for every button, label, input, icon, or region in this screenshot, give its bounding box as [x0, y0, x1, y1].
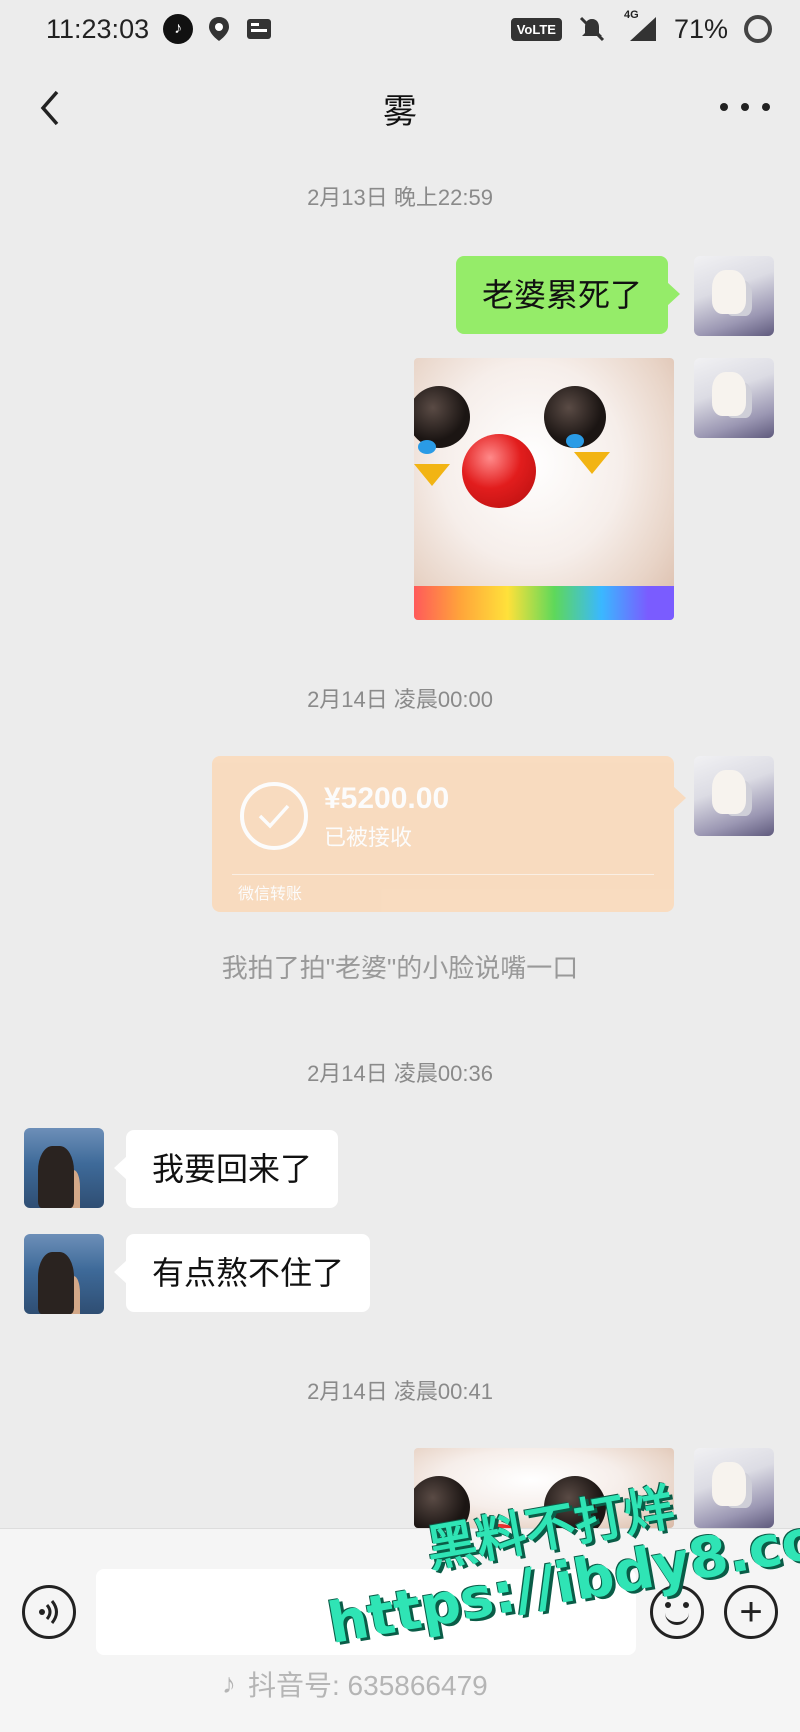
avatar-other[interactable]: [24, 1128, 104, 1208]
avatar-self[interactable]: [694, 358, 774, 438]
transfer-label: 微信转账: [238, 886, 303, 903]
battery-percent: 71%: [673, 13, 728, 44]
pat-system-note: 我拍了拍"老婆"的小脸说嘴一口: [221, 953, 579, 983]
timestamp: 2月14日 凌晨00:41: [307, 1379, 493, 1404]
signal-label: 4G: [623, 9, 639, 21]
message-bubble-other[interactable]: 我要回来了: [113, 1130, 339, 1208]
mute-icon: [578, 15, 606, 43]
avatar-other[interactable]: [24, 1234, 104, 1314]
news-icon: [245, 17, 273, 41]
volte-badge: VoLTE: [510, 17, 562, 41]
plus-button[interactable]: +: [724, 1585, 778, 1639]
message-bubble-other[interactable]: 有点熬不住了: [113, 1234, 371, 1312]
status-right: VoLTE 4G 71%: [510, 9, 772, 45]
douyin-icon: ♪: [222, 1668, 236, 1699]
timestamp: 2月14日 凌晨00:36: [307, 1061, 493, 1086]
tiktok-icon: ♪: [163, 14, 194, 44]
signal-icon: 4G: [622, 9, 658, 43]
avatar-self[interactable]: [694, 256, 774, 336]
sticker-nose: [462, 434, 536, 508]
back-button[interactable]: [30, 88, 70, 128]
transfer-status: 已被接收: [324, 825, 413, 850]
douyin-id-text: 抖音号: 635866479: [248, 1670, 488, 1701]
voice-icon: [39, 1600, 58, 1624]
chevron-left-icon: [40, 90, 59, 126]
ellipsis-icon: [720, 103, 728, 111]
timestamp: 2月14日 凌晨00:00: [307, 687, 493, 712]
message-bubble-self[interactable]: 老婆累死了: [456, 256, 681, 334]
more-button[interactable]: [720, 92, 770, 122]
chat-header: 雾: [0, 58, 800, 158]
transfer-divider: [232, 874, 654, 875]
sticker-eye: [414, 386, 470, 448]
transfer-card[interactable]: ¥5200.00 已被接收 微信转账: [212, 756, 686, 912]
sticker-rainbow: [414, 586, 674, 620]
status-bar: 11:23:03 ♪ VoLTE 4G 71%: [0, 0, 800, 58]
status-time: 11:23:03: [46, 13, 150, 44]
location-icon: [207, 15, 231, 43]
check-icon: [240, 782, 308, 850]
avatar-self[interactable]: [694, 756, 774, 836]
sticker-image[interactable]: [414, 358, 674, 620]
chat-title: 雾: [383, 92, 417, 131]
transfer-amount: ¥5200.00: [324, 782, 450, 815]
status-left: 11:23:03 ♪: [46, 14, 273, 45]
voice-button[interactable]: [22, 1585, 76, 1639]
timestamp: 2月13日 晚上22:59: [307, 185, 493, 210]
battery-icon: [744, 15, 772, 43]
douyin-id-watermark: ♪ 抖音号: 635866479: [222, 1664, 488, 1704]
